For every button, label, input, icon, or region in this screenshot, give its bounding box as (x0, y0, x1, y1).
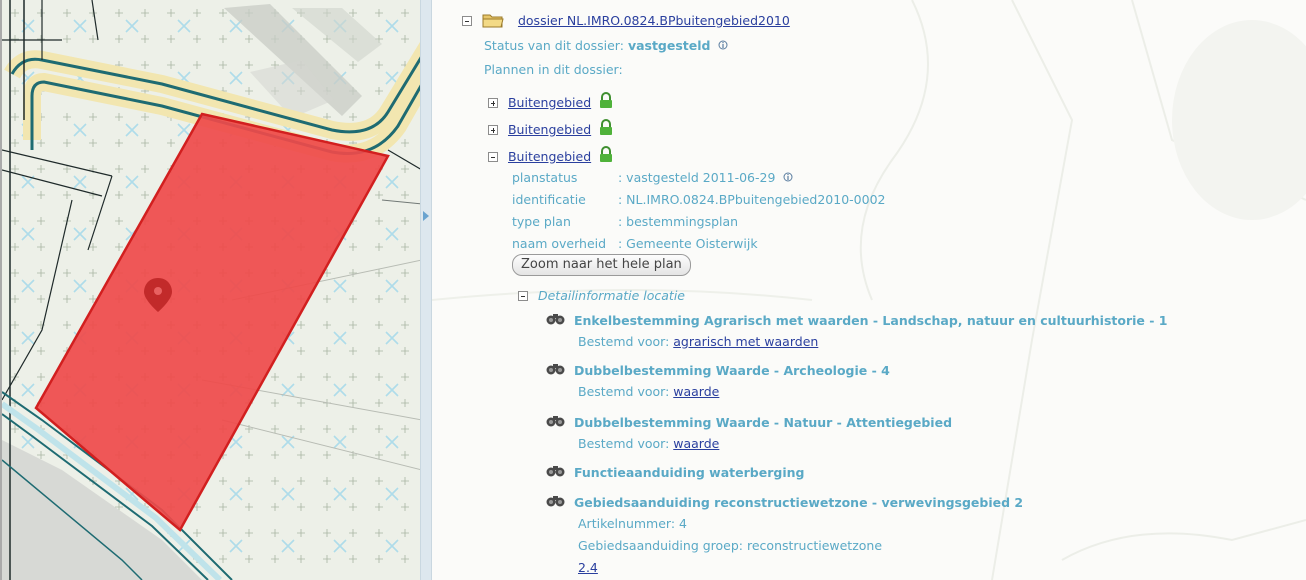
detail-item-5-link[interactable]: 2.4 (578, 560, 598, 575)
plan-link-2[interactable]: Buitengebied (508, 122, 591, 137)
binoculars-icon (544, 312, 570, 326)
dossier-status-label: Status van dit dossier: (484, 38, 624, 53)
detail-sub-link[interactable]: agrarisch met waarden (673, 334, 818, 349)
zoom-to-plan-button[interactable]: Zoom naar het hele plan (512, 254, 691, 276)
detail-section-header[interactable]: Detailinformatie locatie (518, 288, 685, 303)
folder-icon (482, 12, 504, 28)
collapse-minus-icon[interactable] (518, 291, 528, 301)
detail-item-4: Functieaanduiding waterberging (544, 464, 804, 480)
collapse-minus-icon[interactable] (488, 152, 498, 162)
detail-item-1-sub: Bestemd voor: agrarisch met waarden (578, 334, 818, 349)
detail-key: planstatus (512, 170, 578, 185)
detail-sub-label: Bestemd voor: (578, 436, 670, 451)
binoculars-icon (544, 494, 570, 508)
detail-key: identificatie (512, 192, 586, 207)
expand-plus-icon[interactable] (488, 125, 498, 135)
plan-link-3[interactable]: Buitengebied (508, 149, 591, 164)
info-icon[interactable] (718, 38, 728, 50)
plans-label: Plannen in dit dossier: (484, 62, 623, 77)
detail-identificatie: identificatie : NL.IMRO.0824.BPbuitengebi… (512, 192, 885, 207)
detail-sub-link[interactable]: waarde (673, 384, 719, 399)
binoculars-icon (544, 414, 570, 428)
detail-key: naam overheid (512, 236, 607, 251)
detail-item-title: Dubbelbestemming Waarde - Natuur - Atten… (573, 415, 953, 430)
binoculars-icon (544, 464, 570, 478)
detail-value: : bestemmingsplan (618, 214, 739, 229)
collapse-minus-icon[interactable] (462, 16, 472, 26)
plan-row-2[interactable]: Buitengebied (488, 119, 613, 137)
map-view[interactable] (0, 0, 420, 580)
lock-icon (599, 119, 613, 136)
expand-arrow-icon[interactable] (423, 211, 429, 221)
detail-item-5-link-row: 2.4 (578, 560, 598, 575)
detail-item-2: Dubbelbestemming Waarde - Archeologie - … (544, 362, 890, 378)
detail-item-title: Gebiedsaanduiding reconstructiewetzone -… (573, 495, 1024, 510)
info-panel: dossier NL.IMRO.0824.BPbuitengebied2010 … (432, 0, 1306, 580)
detail-value: : Gemeente Oisterwijk (618, 236, 758, 251)
detail-sub-link[interactable]: waarde (673, 436, 719, 451)
detail-key: type plan (512, 214, 571, 229)
detail-item-title: Dubbelbestemming Waarde - Archeologie - … (573, 363, 890, 378)
plan-row-3[interactable]: Buitengebied (488, 146, 613, 164)
detail-item-3-sub: Bestemd voor: waarde (578, 436, 719, 451)
detail-item-1: Enkelbestemming Agrarisch met waarden - … (544, 312, 1167, 328)
map-canvas[interactable] (2, 0, 420, 580)
dossier-status-row: Status van dit dossier: vastgesteld (484, 38, 728, 53)
detail-sub-label: Bestemd voor: (578, 334, 670, 349)
detail-planstatus: planstatus : vastgesteld 2011-06-29 (512, 170, 793, 185)
dossier-row[interactable]: dossier NL.IMRO.0824.BPbuitengebied2010 (462, 12, 790, 28)
plan-row-1[interactable]: Buitengebied (488, 92, 613, 110)
detail-naam-overheid: naam overheid : Gemeente Oisterwijk (512, 236, 758, 251)
dossier-status-value: vastgesteld (627, 38, 711, 53)
detail-value: : NL.IMRO.0824.BPbuitengebied2010-0002 (618, 192, 886, 207)
lock-icon (599, 146, 613, 163)
detail-type-plan: type plan : bestemmingsplan (512, 214, 738, 229)
detail-item-title: Functieaanduiding waterberging (573, 465, 805, 480)
detail-item-title: Enkelbestemming Agrarisch met waarden - … (573, 313, 1168, 328)
detail-sub-label: Bestemd voor: (578, 384, 670, 399)
binoculars-icon (544, 362, 570, 376)
info-icon[interactable] (783, 170, 793, 182)
detail-value: : vastgesteld 2011-06-29 (618, 170, 776, 185)
detail-item-5-line-2: Gebiedsaanduiding groep: reconstructiewe… (578, 538, 883, 553)
lock-icon (599, 92, 613, 109)
detail-item-3: Dubbelbestemming Waarde - Natuur - Atten… (544, 414, 952, 430)
dossier-link[interactable]: dossier NL.IMRO.0824.BPbuitengebied2010 (518, 13, 790, 28)
detail-section-title: Detailinformatie locatie (537, 288, 685, 303)
detail-item-5-line-1: Artikelnummer: 4 (578, 516, 687, 531)
panel-splitter[interactable] (420, 0, 432, 580)
detail-item-2-sub: Bestemd voor: waarde (578, 384, 719, 399)
plan-link-1[interactable]: Buitengebied (508, 95, 591, 110)
expand-plus-icon[interactable] (488, 98, 498, 108)
detail-item-5: Gebiedsaanduiding reconstructiewetzone -… (544, 494, 1023, 510)
